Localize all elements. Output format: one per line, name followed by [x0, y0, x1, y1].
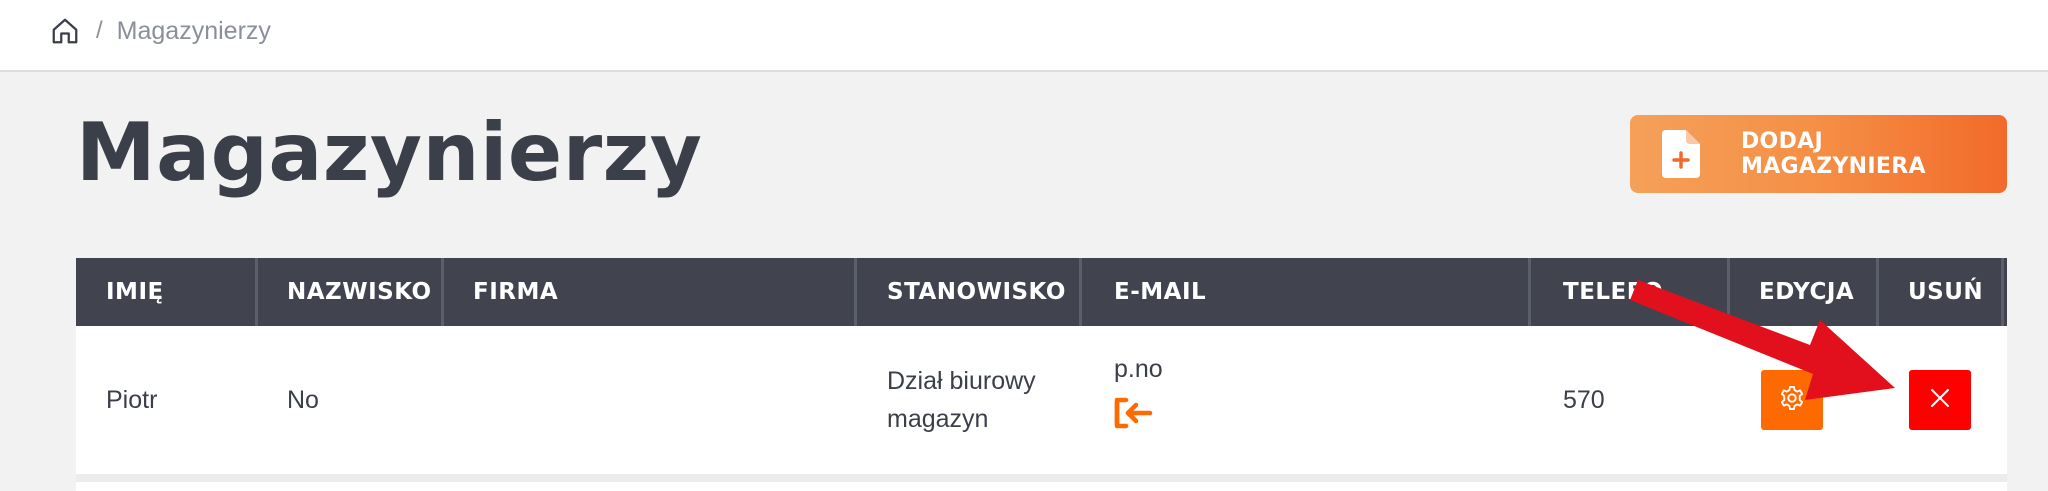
- column-position[interactable]: STANOWISKO: [887, 258, 1066, 326]
- table-header: IMIĘ NAZWISKO FIRMA STANOWISKO E-MAIL TE…: [76, 258, 2007, 326]
- column-divider: [255, 258, 258, 326]
- column-phone[interactable]: TELEFO: [1563, 258, 1663, 326]
- column-divider: [1079, 258, 1082, 326]
- breadcrumb-current: Magazynierzy: [116, 16, 271, 45]
- table-row: Piotr No Dział biurowy magazyn p.no 570: [76, 326, 2007, 474]
- column-company[interactable]: FIRMA: [473, 258, 558, 326]
- next-row-edge: [76, 474, 2007, 491]
- column-delete: USUŃ: [1908, 279, 1984, 305]
- column-last-name[interactable]: NAZWISKO: [287, 258, 432, 326]
- delete-button[interactable]: [1909, 370, 1971, 430]
- column-divider: [1876, 258, 1879, 326]
- column-first-name[interactable]: IMIĘ: [106, 258, 164, 326]
- close-icon: [1928, 386, 1952, 415]
- cell-email[interactable]: p.no: [1114, 350, 1163, 388]
- gear-icon: [1778, 384, 1806, 417]
- cell-position-line2: magazyn: [887, 405, 989, 433]
- cell-last-name: No: [287, 386, 319, 414]
- column-divider: [854, 258, 857, 326]
- cell-position-line1: Dział biurowy: [887, 367, 1036, 395]
- storekeepers-table: IMIĘ NAZWISKO FIRMA STANOWISKO E-MAIL TE…: [76, 258, 2007, 474]
- column-divider: [441, 258, 444, 326]
- cell-phone: 570: [1563, 386, 1605, 414]
- column-email[interactable]: E-MAIL: [1114, 258, 1206, 326]
- breadcrumb: / Magazynierzy: [50, 14, 271, 48]
- login-icon[interactable]: [1114, 396, 1154, 430]
- breadcrumb-separator: /: [96, 17, 103, 44]
- edit-button[interactable]: [1761, 370, 1823, 430]
- home-icon[interactable]: [50, 16, 80, 46]
- column-divider: [1727, 258, 1730, 326]
- column-divider: [1528, 258, 1531, 326]
- page-title: Magazynierzy: [76, 106, 703, 199]
- column-edit: EDYCJA: [1759, 279, 1855, 305]
- column-divider: [2001, 258, 2004, 326]
- top-bar: / Magazynierzy: [0, 0, 2048, 72]
- add-button-label: DODAJ MAGAZYNIERA: [1741, 129, 1926, 179]
- file-plus-icon: [1660, 128, 1702, 180]
- add-storekeeper-button[interactable]: DODAJ MAGAZYNIERA: [1630, 115, 2007, 193]
- cell-first-name: Piotr: [106, 386, 158, 414]
